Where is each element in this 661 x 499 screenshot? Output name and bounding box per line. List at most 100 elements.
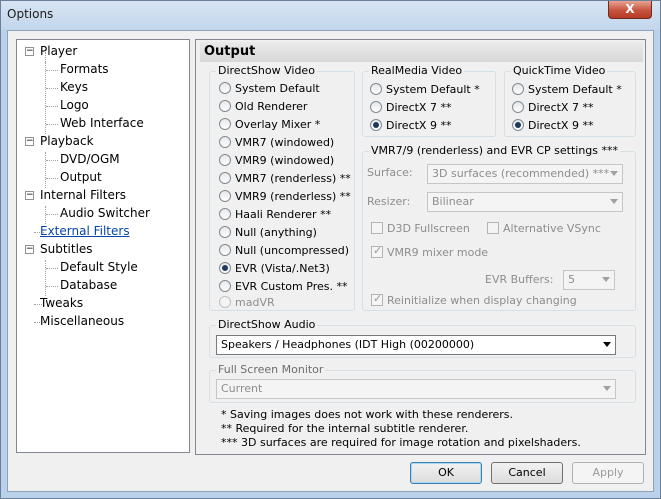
title-bar[interactable]: Options X: [1, 1, 660, 30]
tree-item-miscellaneous[interactable]: Miscellaneous: [40, 313, 124, 330]
tree-item-keys[interactable]: Keys: [60, 79, 88, 96]
checkbox-label: D3D Fullscreen: [387, 222, 470, 235]
radio-label: EVR Custom Pres. **: [235, 280, 348, 293]
surface-value: 3D surfaces (recommended) ***: [432, 167, 610, 180]
tree-item-tweaks[interactable]: Tweaks: [40, 295, 83, 312]
collapse-icon[interactable]: −: [25, 191, 34, 200]
radio-old-renderer[interactable]: Old Renderer: [219, 98, 307, 116]
radio-label: System Default *: [386, 83, 480, 96]
radio-vmr9-windowed[interactable]: VMR9 (windowed): [219, 152, 334, 170]
evr-buffers-label: EVR Buffers:: [485, 273, 554, 286]
radio-overlay-mixer[interactable]: Overlay Mixer *: [219, 116, 320, 134]
group-label: RealMedia Video: [369, 64, 465, 78]
tree-item-output[interactable]: Output: [60, 169, 102, 186]
collapse-icon[interactable]: −: [25, 47, 34, 56]
resizer-label: Resizer:: [367, 195, 411, 208]
audio-renderer-select[interactable]: Speakers / Headphones (IDT High (0020000…: [216, 335, 616, 355]
checkbox-icon: [487, 222, 499, 234]
tree-line: [46, 286, 58, 287]
radio-label: VMR7 (windowed): [235, 136, 335, 149]
cancel-button[interactable]: Cancel: [491, 462, 563, 484]
fullscreen-monitor-group: Full Screen Monitor Current: [209, 363, 636, 403]
checkbox-checked-icon: [371, 292, 383, 306]
radio-null-uncompressed[interactable]: Null (uncompressed): [219, 242, 349, 260]
radio-icon[interactable]: [219, 226, 231, 238]
radio-rm-directx9[interactable]: DirectX 9 **: [370, 117, 451, 135]
audio-renderer-value: Speakers / Headphones (IDT High (0020000…: [221, 338, 475, 351]
vmr9-mixer-checkbox: VMR9 mixer mode: [371, 244, 488, 260]
radio-icon[interactable]: [370, 101, 382, 113]
radio-icon[interactable]: [219, 280, 231, 292]
radio-vmr7-windowed[interactable]: VMR7 (windowed): [219, 134, 334, 152]
tree-item-audio-switcher[interactable]: Audio Switcher: [60, 205, 150, 222]
realmedia-video-group: RealMedia Video System Default * DirectX…: [362, 64, 496, 137]
evr-buffers-value: 5: [568, 273, 575, 286]
radio-madvr: madVR: [219, 294, 275, 312]
window-title: Options: [7, 7, 54, 21]
radio-qt-directx7[interactable]: DirectX 7 **: [512, 99, 593, 117]
tree-item-external-filters[interactable]: External Filters: [40, 223, 130, 240]
radio-label: System Default *: [528, 83, 622, 96]
radio-icon[interactable]: [219, 82, 231, 94]
chevron-down-icon[interactable]: [603, 342, 611, 347]
radio-icon-checked[interactable]: [512, 119, 524, 131]
radio-haali-renderer[interactable]: Haali Renderer **: [219, 206, 331, 224]
group-label: DirectShow Video: [216, 64, 317, 78]
radio-label: System Default: [235, 82, 320, 95]
chevron-down-icon: [610, 171, 618, 176]
collapse-icon[interactable]: −: [25, 137, 34, 146]
radio-null-anything[interactable]: Null (anything): [219, 224, 317, 242]
radio-vmr9-renderless[interactable]: VMR9 (renderless) **: [219, 188, 351, 206]
radio-icon[interactable]: [219, 208, 231, 220]
tree-item-dvd-ogm[interactable]: DVD/OGM: [60, 151, 120, 168]
radio-icon[interactable]: [512, 83, 524, 95]
radio-qt-directx9[interactable]: DirectX 9 **: [512, 117, 593, 135]
radio-label: VMR7 (renderless) **: [235, 172, 351, 185]
tree-item-subtitles[interactable]: Subtitles: [40, 241, 93, 258]
tree-item-database[interactable]: Database: [60, 277, 117, 294]
radio-label: Null (anything): [235, 226, 317, 239]
radio-icon-checked[interactable]: [219, 262, 231, 274]
close-button[interactable]: X: [608, 1, 652, 19]
tree-item-logo[interactable]: Logo: [60, 97, 89, 114]
radio-icon[interactable]: [512, 101, 524, 113]
radio-rm-system-default[interactable]: System Default *: [370, 81, 480, 99]
monitor-select: Current: [216, 379, 616, 399]
note-line: * Saving images does not work with these…: [221, 408, 514, 421]
tree-line: [46, 214, 58, 215]
radio-label: Haali Renderer **: [235, 208, 332, 221]
radio-icon-checked[interactable]: [370, 119, 382, 131]
radio-icon[interactable]: [219, 154, 231, 166]
radio-icon[interactable]: [219, 244, 231, 256]
radio-evr[interactable]: EVR (Vista/.Net3): [219, 260, 330, 278]
radio-label: Overlay Mixer *: [235, 118, 321, 131]
tree-line: [46, 160, 58, 161]
tree-item-formats[interactable]: Formats: [60, 61, 109, 78]
chevron-down-icon: [602, 277, 610, 282]
radio-icon[interactable]: [219, 100, 231, 112]
radio-label: VMR9 (renderless) **: [235, 190, 351, 203]
radio-qt-system-default[interactable]: System Default *: [512, 81, 622, 99]
tree-item-playback[interactable]: Playback: [40, 133, 94, 150]
radio-icon[interactable]: [219, 190, 231, 202]
collapse-icon[interactable]: −: [25, 245, 34, 254]
radio-icon[interactable]: [370, 83, 382, 95]
radio-system-default[interactable]: System Default: [219, 80, 320, 98]
tree-item-internal-filters[interactable]: Internal Filters: [40, 187, 126, 204]
resizer-value: Bilinear: [432, 195, 474, 208]
radio-icon[interactable]: [219, 136, 231, 148]
radio-icon[interactable]: [219, 118, 231, 130]
checkbox-label: Alternative VSync: [503, 222, 601, 235]
directshow-audio-group: DirectShow Audio Speakers / Headphones (…: [209, 318, 636, 358]
vmr-settings-group: VMR7/9 (renderless) and EVR CP settings …: [362, 144, 636, 311]
tree-item-web-interface[interactable]: Web Interface: [60, 115, 144, 132]
tree-item-default-style[interactable]: Default Style: [60, 259, 138, 276]
radio-icon[interactable]: [219, 172, 231, 184]
ok-button[interactable]: OK: [410, 462, 482, 484]
radio-rm-directx7[interactable]: DirectX 7 **: [370, 99, 451, 117]
monitor-value: Current: [221, 382, 263, 395]
tree-item-player[interactable]: Player: [40, 43, 77, 60]
radio-label: DirectX 9 **: [528, 119, 594, 132]
radio-vmr7-renderless[interactable]: VMR7 (renderless) **: [219, 170, 351, 188]
tree-line: [46, 124, 58, 125]
